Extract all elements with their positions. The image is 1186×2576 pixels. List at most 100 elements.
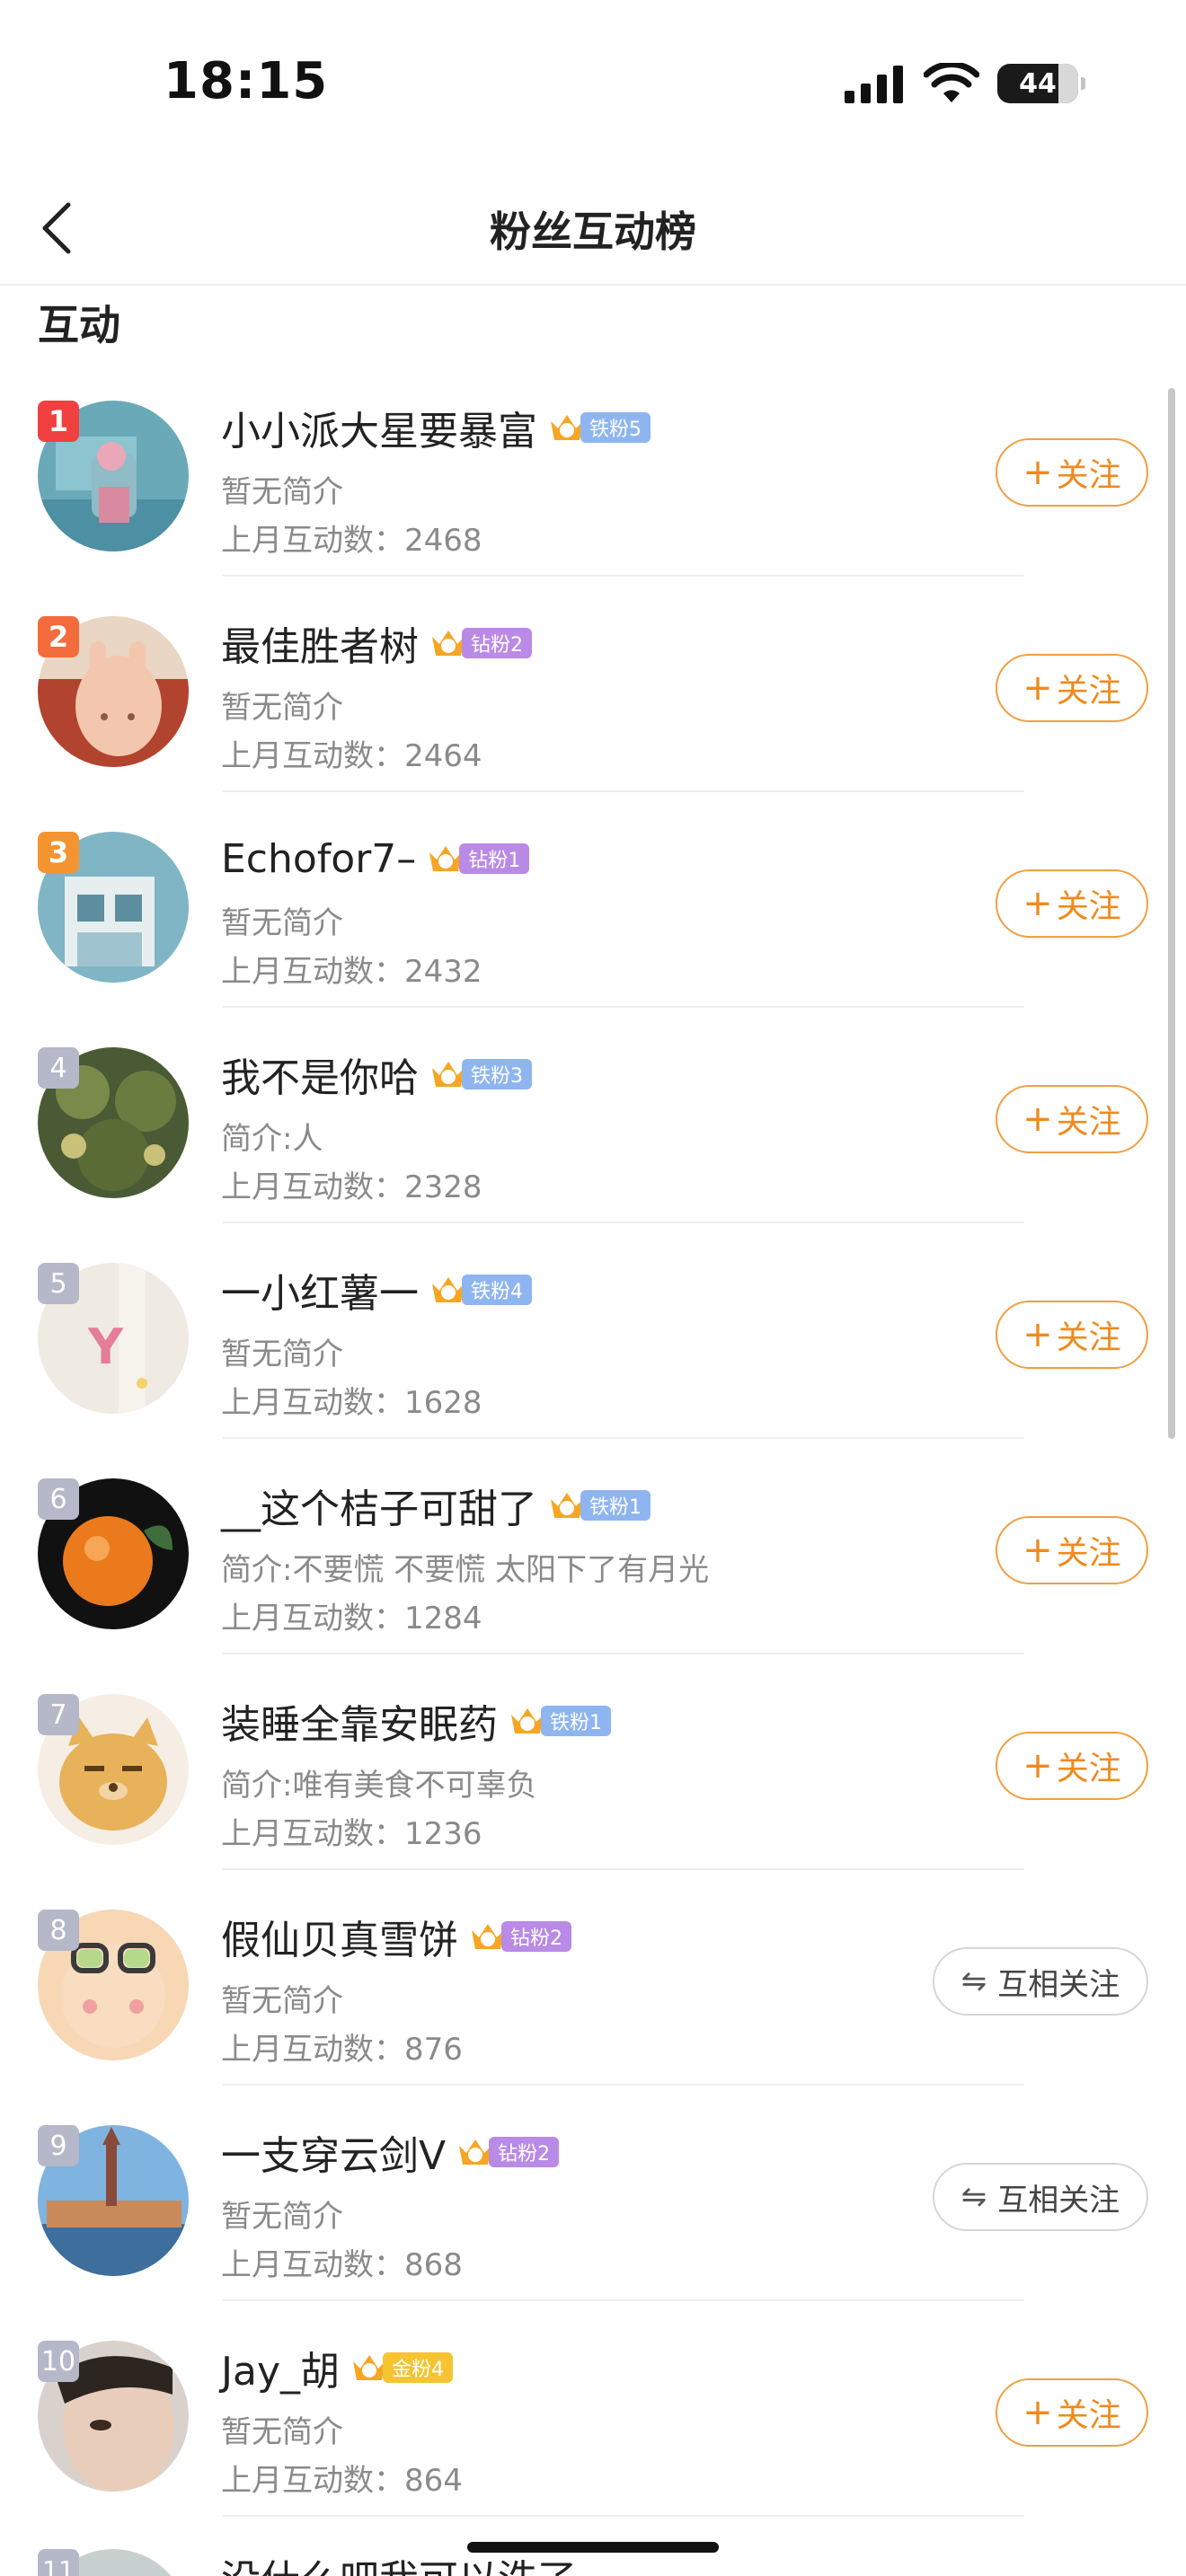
fan-badge: 钻粉2 [429,626,532,660]
user-name[interactable]: __这个桔子可甜了 [221,1477,537,1534]
cellular-signal-icon [845,66,903,103]
user-name[interactable]: Jay_胡 [221,2339,340,2396]
follow-button[interactable]: + 关注 [996,438,1148,507]
rank-badge: 7 [38,1694,79,1735]
list-item[interactable]: 7 装睡全靠安眠药 铁粉1 简介:唯有美食不可辜负 上月互动数：1236 + 关注 [0,1654,1186,1870]
user-name[interactable]: 最佳胜者树 [221,614,419,672]
fan-badge: 金粉4 [350,2351,453,2385]
mutual-follow-button[interactable]: ⇋ 互相关注 [933,2163,1148,2231]
fan-level-tag: 铁粉5 [580,412,651,443]
user-intro: 简介:人 [221,1121,323,1157]
rank-badge: 5 [38,1263,79,1304]
fan-level-tag: 钻粉2 [501,1921,571,1952]
fan-badge: 钻粉2 [456,2135,560,2169]
user-intro: 暂无简介 [221,690,343,726]
user-intro: 暂无简介 [221,1983,343,2019]
plus-icon: + [1022,1314,1053,1355]
battery-icon: 44 [997,64,1085,103]
interaction-count: 上月互动数：864 [221,2463,463,2499]
status-icons: 44 [845,63,1085,104]
fan-level-tag: 铁粉1 [580,1490,651,1521]
fan-badge: 钻粉1 [427,842,530,876]
interaction-count: 上月互动数：2468 [221,523,482,559]
user-name[interactable]: Echofor7– [221,836,416,882]
follow-button[interactable]: + 关注 [996,2378,1148,2447]
user-intro: 暂无简介 [221,474,343,510]
interaction-count: 上月互动数：1236 [221,1816,482,1852]
rank-badge: 4 [38,1047,79,1089]
plus-icon: + [1022,1530,1053,1571]
fan-badge: 铁粉1 [509,1704,611,1738]
battery-level: 44 [1019,67,1057,100]
swap-arrows-icon: ⇋ [960,2179,987,2215]
user-name[interactable]: 一小红薯一 [221,1261,419,1319]
list-item[interactable]: 2 最佳胜者树 钻粉2 暂无简介 上月互动数：2464 + 关注 [0,577,1186,792]
user-name[interactable]: 装睡全靠安眠药 [221,1692,498,1750]
follow-button[interactable]: + 关注 [996,1085,1148,1153]
rank-badge: 6 [38,1478,79,1520]
interaction-count: 上月互动数：2464 [221,738,482,774]
fan-level-tag: 钻粉2 [462,628,532,658]
follow-button[interactable]: + 关注 [996,869,1148,938]
follow-button[interactable]: + 关注 [996,654,1148,722]
interaction-count: 上月互动数：1628 [221,1385,482,1421]
navigation-bar: 粉丝互动榜 [0,171,1186,286]
interaction-count: 上月互动数：876 [221,2032,463,2068]
interaction-count: 上月互动数：868 [221,2247,463,2283]
list-item[interactable]: 4 我不是你哈 铁粉3 简介:人 上月互动数：2328 + 关注 [0,1008,1186,1223]
fan-badge: 钻粉2 [469,1919,571,1954]
rank-badge: 3 [38,832,79,873]
list-item[interactable]: 1 小小派大星要暴富 铁粉5 暂无简介 上月互动数：2468 + 关注 [0,361,1186,577]
fan-level-tag: 铁粉3 [462,1059,532,1090]
fan-level-tag: 钻粉1 [459,843,530,874]
rank-badge: 11 [38,2549,79,2576]
plus-icon: + [1022,452,1053,493]
interaction-count: 上月互动数：2432 [221,954,482,990]
user-name[interactable]: 小小派大星要暴富 [221,399,537,456]
list-item[interactable]: 9 一支穿云剑V 钻粉2 暂无简介 上月互动数：868 ⇋ 互相关注 [0,2086,1186,2301]
plus-icon: + [1022,1745,1053,1786]
follow-button[interactable]: + 关注 [996,1516,1148,1584]
rank-badge: 10 [38,2341,79,2382]
plus-icon: + [1022,2392,1053,2433]
list-item[interactable]: Y 5 一小红薯一 铁粉4 暂无简介 上月互动数：1628 + 关注 [0,1223,1186,1439]
rank-badge: 8 [38,1910,79,1951]
plus-icon: + [1022,1098,1053,1140]
user-intro: 简介:不要慌 不要慌 太阳下了有月光 [221,1552,710,1588]
user-name[interactable]: 我不是你哈 [221,1045,419,1103]
user-intro: 暂无简介 [221,2199,343,2235]
plus-icon: + [1022,667,1053,709]
fan-badge: 铁粉3 [429,1057,532,1091]
list-item[interactable]: 6 __这个桔子可甜了 铁粉1 简介:不要慌 不要慌 太阳下了有月光 上月互动数… [0,1439,1186,1654]
fan-badge: 铁粉1 [548,1488,651,1522]
wifi-icon [924,63,979,102]
home-indicator[interactable] [467,2542,719,2553]
fan-badge: 铁粉4 [429,1273,532,1307]
follow-button[interactable]: + 关注 [996,1301,1148,1369]
rank-badge: 2 [38,616,79,657]
list-item[interactable]: 8 假仙贝真雪饼 钻粉2 暂无简介 上月互动数：876 ⇋ 互相关注 [0,1870,1186,2086]
user-intro: 暂无简介 [221,905,343,941]
user-intro: 简介:唯有美食不可辜负 [221,1768,537,1804]
interaction-count: 上月互动数：2328 [221,1169,482,1205]
page-title: 粉丝互动榜 [490,207,696,256]
list-item[interactable]: 10 Jay_胡 金粉4 暂无简介 上月互动数：864 + 关注 [0,2301,1186,2517]
user-name[interactable]: 一支穿云剑V [221,2123,446,2181]
user-intro: 暂无简介 [221,2414,343,2450]
section-label: 互动 [38,301,120,349]
fan-level-tag: 金粉4 [382,2352,453,2383]
user-name[interactable]: 假仙贝真雪饼 [221,1908,458,1965]
rank-badge: 9 [38,2125,79,2166]
svg-text:Y: Y [87,1319,124,1375]
status-time: 18:15 [164,52,329,110]
fan-level-tag: 钻粉2 [489,2137,560,2167]
list-item[interactable]: 3 Echofor7– 钻粉1 暂无简介 上月互动数：2432 + 关注 [0,792,1186,1008]
swap-arrows-icon: ⇋ [960,1963,987,1999]
follow-button[interactable]: + 关注 [996,1732,1148,1800]
rank-badge: 1 [38,401,79,442]
fan-level-tag: 铁粉4 [462,1275,532,1305]
fan-level-tag: 铁粉1 [541,1706,611,1736]
mutual-follow-button[interactable]: ⇋ 互相关注 [933,1947,1148,2016]
status-bar: 18:15 44 [0,0,1186,171]
user-intro: 暂无简介 [221,1337,343,1372]
